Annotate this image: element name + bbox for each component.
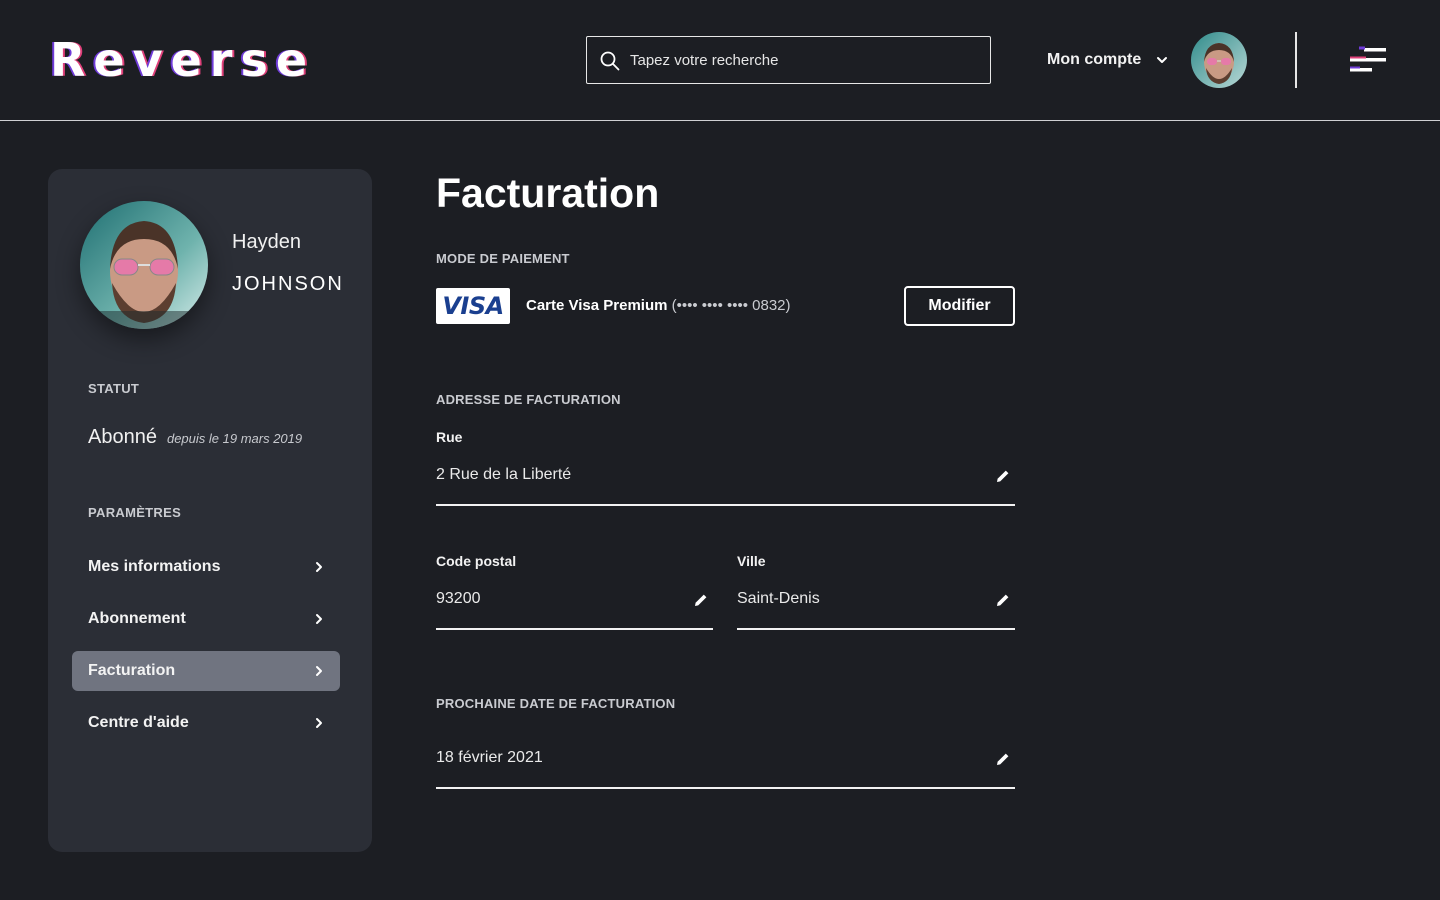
logo[interactable]: Reverse (50, 34, 315, 86)
search-icon (600, 51, 620, 71)
account-label: Mon compte (1047, 51, 1142, 68)
account-menu[interactable]: Mon compte (1047, 48, 1169, 72)
menu-icon (1350, 46, 1386, 72)
visa-logo: VISA (436, 288, 510, 324)
postal-label: Code postal (436, 553, 517, 569)
sidebar-item-label: Mes informations (88, 558, 221, 575)
menu-button[interactable] (1348, 46, 1388, 76)
avatar-photo (1191, 32, 1247, 88)
chevron-down-icon (1157, 57, 1168, 63)
chevron-right-icon (316, 614, 322, 624)
city-label: Ville (737, 553, 766, 569)
status-heading: STATUT (88, 381, 140, 396)
last-name: JOHNSON (232, 273, 344, 295)
postal-value: 93200 (436, 590, 481, 607)
card-brand: VISA (442, 292, 504, 320)
pencil-icon[interactable] (995, 592, 1011, 608)
page-title: Facturation (436, 170, 660, 216)
payment-heading: MODE DE PAIEMENT (436, 251, 570, 266)
chevron-right-icon (316, 562, 322, 572)
city-value: Saint-Denis (737, 590, 820, 607)
search-box[interactable] (586, 36, 991, 84)
profile-avatar (80, 201, 208, 329)
city-field[interactable]: Saint-Denis (737, 578, 1015, 630)
pencil-icon[interactable] (995, 468, 1011, 484)
sidebar-item-label: Centre d'aide (88, 714, 189, 731)
postal-code-field[interactable]: 93200 (436, 578, 713, 630)
street-value: 2 Rue de la Liberté (436, 466, 572, 483)
sidebar-item-centre-aide[interactable]: Centre d'aide (72, 703, 340, 743)
settings-heading: PARAMÈTRES (88, 505, 182, 520)
profile-sidebar: Hayden JOHNSON STATUT Abonné depuis le 1… (48, 169, 372, 852)
sidebar-item-abonnement[interactable]: Abonnement (72, 599, 340, 639)
card-number: (•••• •••• •••• 0832) (671, 297, 791, 314)
profile-photo (80, 201, 208, 329)
street-label: Rue (436, 429, 463, 445)
next-billing-heading: PROCHAINE DATE DE FACTURATION (436, 696, 676, 711)
street-field[interactable]: 2 Rue de la Liberté (436, 454, 1015, 506)
modify-payment-button[interactable]: Modifier (904, 286, 1015, 326)
card-name: Carte Visa Premium (526, 297, 668, 314)
top-header: Reverse Mon compte (0, 0, 1440, 121)
status-since: depuis le 19 mars 2019 (166, 431, 303, 446)
first-name: Hayden (232, 231, 301, 253)
pencil-icon[interactable] (995, 751, 1011, 767)
next-billing-field[interactable]: 18 février 2021 (436, 737, 1015, 789)
sidebar-item-label: Facturation (88, 662, 176, 679)
status-value: Abonné depuis le 19 mars 2019 (88, 426, 302, 449)
chevron-right-icon (316, 718, 322, 728)
next-billing-value: 18 février 2021 (436, 749, 543, 766)
sidebar-item-mes-informations[interactable]: Mes informations (72, 547, 340, 587)
sidebar-item-facturation[interactable]: Facturation (72, 651, 340, 691)
sidebar-item-label: Abonnement (88, 610, 186, 627)
pencil-icon[interactable] (693, 592, 709, 608)
header-divider (1295, 32, 1297, 88)
card-description: Carte Visa Premium (•••• •••• •••• 0832) (526, 297, 791, 314)
search-input[interactable] (630, 37, 980, 83)
avatar[interactable] (1191, 32, 1247, 88)
address-heading: ADRESSE DE FACTURATION (436, 392, 621, 407)
chevron-right-icon (316, 666, 322, 676)
status-main: Abonné (88, 426, 157, 448)
